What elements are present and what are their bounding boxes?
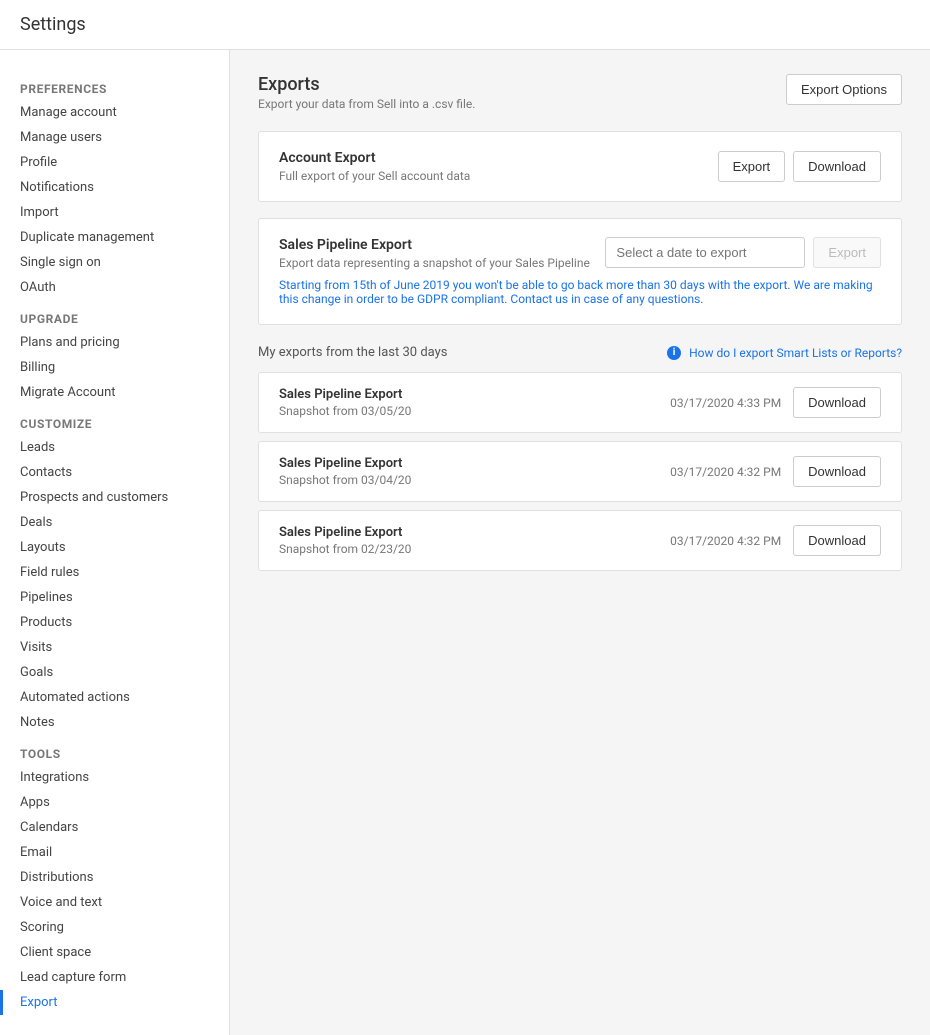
export-row-date-0: 03/17/2020 4:33 PM <box>670 396 781 410</box>
sidebar-item-import[interactable]: Import <box>0 200 229 225</box>
export-row-subtitle-2: Snapshot from 02/23/20 <box>279 542 411 556</box>
export-row-title-2: Sales Pipeline Export <box>279 525 411 540</box>
sidebar-item-plans-and-pricing[interactable]: Plans and pricing <box>0 330 229 355</box>
export-row-right-2: 03/17/2020 4:32 PM Download <box>670 525 881 556</box>
sidebar-item-duplicate-management[interactable]: Duplicate management <box>0 225 229 250</box>
account-export-desc: Full export of your Sell account data <box>279 169 470 183</box>
export-row-text-2: Sales Pipeline Export Snapshot from 02/2… <box>279 525 411 556</box>
export-row-title-1: Sales Pipeline Export <box>279 456 411 471</box>
help-link-text: How do I export Smart Lists or Reports? <box>689 346 902 360</box>
sidebar-item-lead-capture-form[interactable]: Lead capture form <box>0 965 229 990</box>
content-area: PreferencesManage accountManage usersPro… <box>0 50 930 1035</box>
export-row-subtitle-1: Snapshot from 03/04/20 <box>279 473 411 487</box>
export-row-text-1: Sales Pipeline Export Snapshot from 03/0… <box>279 456 411 487</box>
sidebar-item-manage-account[interactable]: Manage account <box>0 100 229 125</box>
sidebar-item-scoring[interactable]: Scoring <box>0 915 229 940</box>
export-row-date-1: 03/17/2020 4:32 PM <box>670 465 781 479</box>
sidebar-item-distributions[interactable]: Distributions <box>0 865 229 890</box>
account-export-button[interactable]: Export <box>718 151 786 182</box>
sidebar-item-notifications[interactable]: Notifications <box>0 175 229 200</box>
export-row-date-2: 03/17/2020 4:32 PM <box>670 534 781 548</box>
account-export-title: Account Export <box>279 150 470 166</box>
export-row-download-button-0[interactable]: Download <box>793 387 881 418</box>
sidebar-section-label-customize: Customize <box>0 405 229 435</box>
export-row-subtitle-0: Snapshot from 03/05/20 <box>279 404 411 418</box>
sidebar-item-email[interactable]: Email <box>0 840 229 865</box>
export-row-download-button-2[interactable]: Download <box>793 525 881 556</box>
sidebar-item-goals[interactable]: Goals <box>0 660 229 685</box>
sidebar-item-export[interactable]: Export <box>0 990 229 1015</box>
export-row: Sales Pipeline Export Snapshot from 03/0… <box>258 372 902 433</box>
sidebar-item-notes[interactable]: Notes <box>0 710 229 735</box>
pipeline-export-button: Export <box>813 237 881 268</box>
sidebar-item-leads[interactable]: Leads <box>0 435 229 460</box>
sidebar-section-label-upgrade: Upgrade <box>0 300 229 330</box>
pipeline-contact-link[interactable]: Contact us in case of any questions. <box>510 292 703 306</box>
export-options-button[interactable]: Export Options <box>786 74 902 105</box>
info-icon: i <box>667 346 681 360</box>
export-row-right-0: 03/17/2020 4:33 PM Download <box>670 387 881 418</box>
sidebar-item-prospects-and-customers[interactable]: Prospects and customers <box>0 485 229 510</box>
pipeline-export-title: Sales Pipeline Export <box>279 237 590 253</box>
pipeline-export-desc: Export data representing a snapshot of y… <box>279 256 590 270</box>
exports-header: Exports Export your data from Sell into … <box>258 74 902 111</box>
account-export-row: Account Export Full export of your Sell … <box>279 150 881 183</box>
sidebar-item-field-rules[interactable]: Field rules <box>0 560 229 585</box>
sidebar-item-manage-users[interactable]: Manage users <box>0 125 229 150</box>
date-select-input[interactable] <box>605 237 805 268</box>
my-exports-label: My exports from the last 30 days <box>258 345 447 360</box>
help-link[interactable]: i How do I export Smart Lists or Reports… <box>667 346 902 360</box>
pipeline-export-actions: Export <box>605 237 881 268</box>
account-export-card: Account Export Full export of your Sell … <box>258 131 902 202</box>
sidebar-item-migrate-account[interactable]: Migrate Account <box>0 380 229 405</box>
sidebar-section-label-preferences: Preferences <box>0 70 229 100</box>
sidebar-item-automated-actions[interactable]: Automated actions <box>0 685 229 710</box>
account-export-actions: Export Download <box>718 151 881 182</box>
sidebar-item-billing[interactable]: Billing <box>0 355 229 380</box>
pipeline-top-row: Sales Pipeline Export Export data repres… <box>279 237 881 270</box>
pipeline-notice: Starting from 15th of June 2019 you won'… <box>279 278 881 306</box>
sidebar-item-pipelines[interactable]: Pipelines <box>0 585 229 610</box>
sidebar-item-layouts[interactable]: Layouts <box>0 535 229 560</box>
sidebar-item-single-sign-on[interactable]: Single sign on <box>0 250 229 275</box>
pipeline-export-text: Sales Pipeline Export Export data repres… <box>279 237 590 270</box>
exports-header-text: Exports Export your data from Sell into … <box>258 74 475 111</box>
export-row: Sales Pipeline Export Snapshot from 03/0… <box>258 441 902 502</box>
sidebar-item-oauth[interactable]: OAuth <box>0 275 229 300</box>
sidebar: PreferencesManage accountManage usersPro… <box>0 50 230 1035</box>
page-title: Settings <box>0 0 930 50</box>
sidebar-item-contacts[interactable]: Contacts <box>0 460 229 485</box>
export-row: Sales Pipeline Export Snapshot from 02/2… <box>258 510 902 571</box>
main-content: Exports Export your data from Sell into … <box>230 50 930 1035</box>
sidebar-item-deals[interactable]: Deals <box>0 510 229 535</box>
sidebar-item-products[interactable]: Products <box>0 610 229 635</box>
exports-subtitle: Export your data from Sell into a .csv f… <box>258 97 475 111</box>
export-row-title-0: Sales Pipeline Export <box>279 387 411 402</box>
sidebar-item-profile[interactable]: Profile <box>0 150 229 175</box>
sidebar-item-visits[interactable]: Visits <box>0 635 229 660</box>
sidebar-item-voice-and-text[interactable]: Voice and text <box>0 890 229 915</box>
sidebar-item-apps[interactable]: Apps <box>0 790 229 815</box>
account-download-button[interactable]: Download <box>793 151 881 182</box>
page-wrapper: Settings PreferencesManage accountManage… <box>0 0 930 1035</box>
export-rows-container: Sales Pipeline Export Snapshot from 03/0… <box>258 372 902 571</box>
export-row-right-1: 03/17/2020 4:32 PM Download <box>670 456 881 487</box>
sidebar-item-calendars[interactable]: Calendars <box>0 815 229 840</box>
sales-pipeline-export-card: Sales Pipeline Export Export data repres… <box>258 218 902 325</box>
export-row-text-0: Sales Pipeline Export Snapshot from 03/0… <box>279 387 411 418</box>
sidebar-item-client-space[interactable]: Client space <box>0 940 229 965</box>
account-export-text: Account Export Full export of your Sell … <box>279 150 470 183</box>
export-row-download-button-1[interactable]: Download <box>793 456 881 487</box>
my-exports-header: My exports from the last 30 days i How d… <box>258 345 902 360</box>
exports-title: Exports <box>258 74 475 95</box>
sidebar-item-integrations[interactable]: Integrations <box>0 765 229 790</box>
sidebar-section-label-tools: Tools <box>0 735 229 765</box>
